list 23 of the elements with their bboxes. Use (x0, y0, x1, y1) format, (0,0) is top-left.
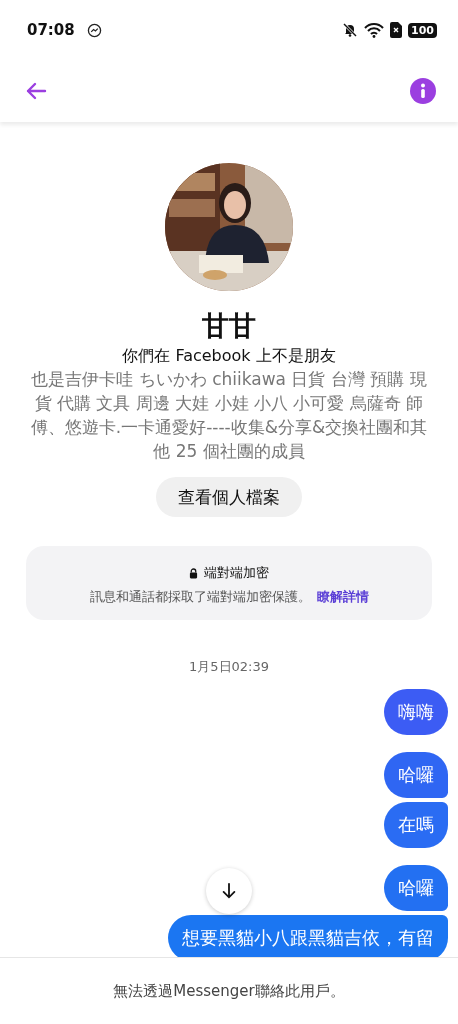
lock-icon (189, 567, 198, 579)
message-timestamp: 1月5日02:39 (188, 658, 270, 676)
encryption-title: 端對端加密 (204, 564, 269, 582)
encryption-text: 訊息和通話都採取了端對端加密保護。 (89, 589, 311, 604)
group-membership: 也是吉伊卡哇 ちいかわ chiikawa 日貨 台灣 預購 現貨 代購 文具 周邊 大娃 小娃 小八 小可愛 烏薩奇 師傅、悠遊卡.一卡通愛好----收集&分享&交換社團和其他 25 個社團的成員 (29, 368, 429, 463)
wifi-icon (364, 22, 385, 38)
message-bubble: 哈囉 (384, 752, 448, 798)
muted-bell-icon (342, 22, 359, 38)
status-time: 07:08 (27, 21, 75, 39)
scroll-down-button[interactable] (206, 868, 252, 914)
learn-more-link[interactable]: 瞭解詳情 (316, 589, 369, 604)
friend-status: 你們在 Facebook 上不是朋友 (122, 345, 336, 367)
message-bubble: 哈囉 (384, 865, 448, 911)
down-arrow-icon (220, 882, 238, 900)
message-bubble: 嗨嗨 (384, 689, 448, 735)
no-sim-icon (390, 22, 403, 38)
messenger-icon (86, 22, 102, 38)
info-icon[interactable] (410, 78, 436, 104)
message-bubble: 在嗎 (384, 802, 448, 848)
view-profile-button[interactable]: 查看個人檔案 (156, 477, 302, 517)
profile-name: 甘甘 (202, 309, 256, 343)
battery-level: 100 (408, 22, 437, 38)
message-bubble: 想要黑貓小八跟黑貓吉依，有留 (168, 915, 448, 957)
